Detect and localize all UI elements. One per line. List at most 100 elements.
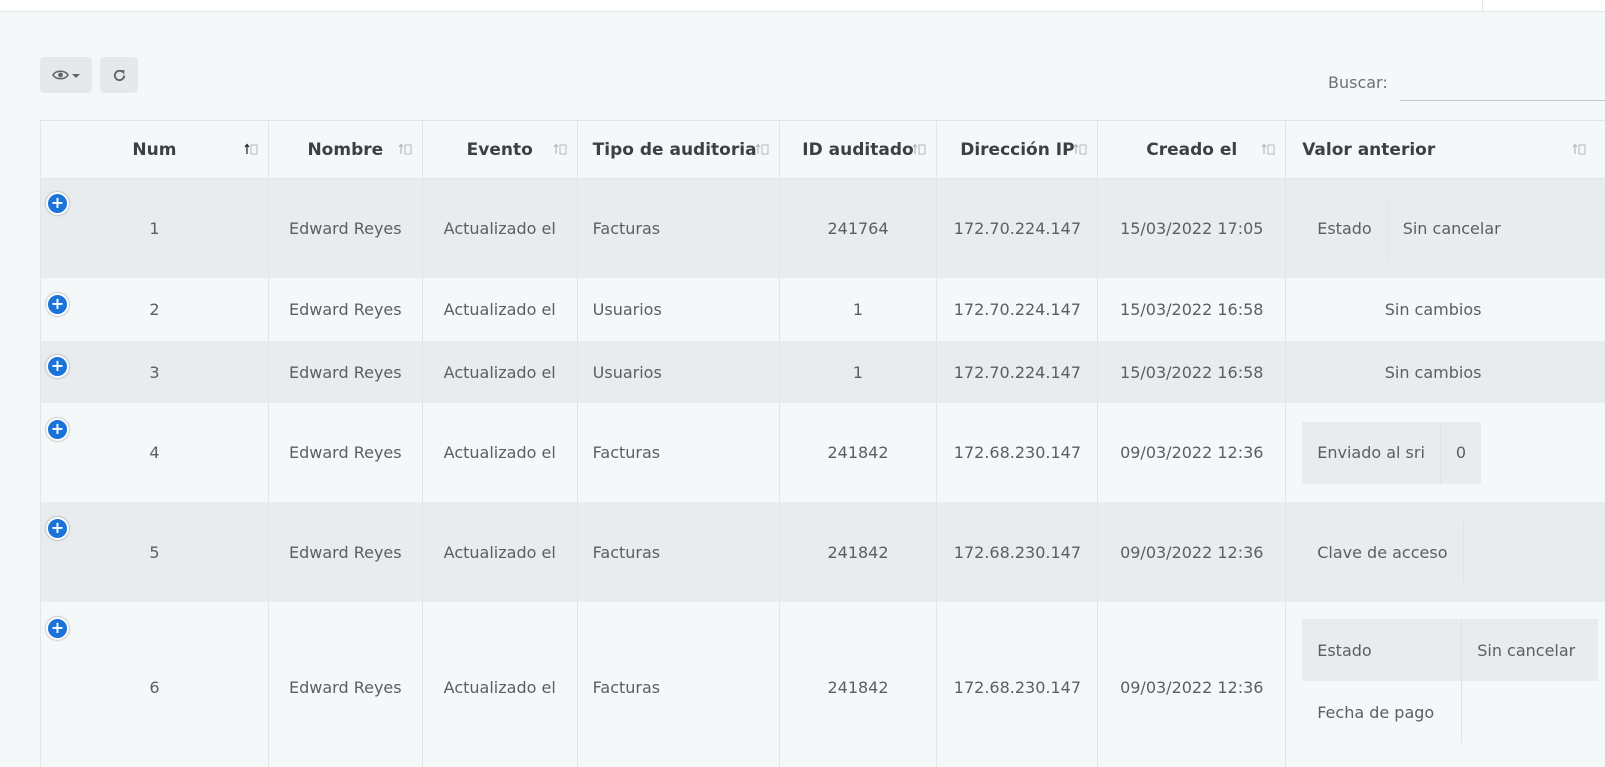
audit-table: Num Nombre Evento Tipo de auditoria ID a… bbox=[40, 120, 1605, 767]
value-row: Clave de acceso bbox=[1302, 521, 1493, 583]
cell-id: 1 bbox=[780, 278, 938, 341]
refresh-button[interactable] bbox=[100, 57, 138, 93]
cell-nombre: Edward Reyes bbox=[269, 502, 423, 602]
cell-nombre: Edward Reyes bbox=[269, 403, 423, 502]
column-header-num[interactable]: Num bbox=[41, 121, 269, 178]
sort-icon bbox=[1572, 143, 1586, 155]
cell-tipo: Usuarios bbox=[578, 341, 780, 403]
cell-evento: Actualizado el bbox=[423, 278, 578, 341]
column-header-id[interactable]: ID auditado bbox=[780, 121, 938, 178]
column-header-creado[interactable]: Creado el bbox=[1098, 121, 1287, 178]
value-row: Enviado al sri 0 bbox=[1302, 421, 1482, 484]
expand-row-button[interactable]: + bbox=[46, 355, 69, 378]
column-header-evento[interactable]: Evento bbox=[423, 121, 578, 178]
search-input[interactable] bbox=[1400, 68, 1605, 101]
sort-icon bbox=[755, 143, 769, 155]
column-header-label: Valor anterior bbox=[1302, 139, 1436, 160]
cell-valor: Clave de acceso bbox=[1286, 502, 1605, 602]
value-row: Estado Sin cancelar bbox=[1302, 197, 1516, 260]
cell-nombre: Edward Reyes bbox=[269, 278, 423, 341]
cell-nombre: Edward Reyes bbox=[269, 341, 423, 403]
cell-id: 1 bbox=[780, 341, 938, 403]
cell-ip: 172.68.230.147 bbox=[937, 502, 1099, 602]
value-value: Sin cancelar bbox=[1402, 219, 1501, 238]
cell-tipo: Facturas bbox=[578, 179, 780, 278]
cell-num: 4 bbox=[41, 403, 269, 502]
value-key: Estado bbox=[1302, 619, 1463, 681]
cell-tipo: Facturas bbox=[578, 502, 780, 602]
cell-tipo: Facturas bbox=[578, 602, 780, 767]
sort-icon bbox=[398, 143, 412, 155]
cell-ip: 172.70.224.147 bbox=[937, 341, 1099, 403]
column-header-label: Nombre bbox=[307, 139, 384, 160]
sort-icon bbox=[912, 143, 926, 155]
expand-row-button[interactable]: + bbox=[46, 517, 69, 540]
sort-icon bbox=[1073, 143, 1087, 155]
cell-valor: Estado Sin cancelar Fecha de pago bbox=[1286, 602, 1605, 767]
cell-creado: 09/03/2022 12:36 bbox=[1098, 602, 1287, 767]
table-row: + 2 Edward Reyes Actualizado el Usuarios… bbox=[41, 278, 1605, 341]
cell-nombre: Edward Reyes bbox=[269, 179, 423, 278]
value-table: Clave de acceso bbox=[1286, 521, 1493, 583]
expand-row-button[interactable]: + bbox=[46, 617, 69, 640]
top-bar bbox=[0, 0, 1605, 12]
cell-id: 241842 bbox=[780, 602, 938, 767]
column-header-ip[interactable]: Dirección IP bbox=[937, 121, 1099, 178]
cell-creado: 15/03/2022 16:58 bbox=[1098, 278, 1287, 341]
cell-tipo: Facturas bbox=[578, 403, 780, 502]
cell-valor: Enviado al sri 0 bbox=[1286, 403, 1605, 502]
value-table: Enviado al sri 0 bbox=[1286, 421, 1482, 484]
column-header-label: Creado el bbox=[1146, 139, 1238, 160]
search-label: Buscar: bbox=[1328, 73, 1388, 92]
cell-nombre: Edward Reyes bbox=[269, 602, 423, 767]
value-key: Estado bbox=[1302, 197, 1388, 260]
value-value: Sin cancelar bbox=[1477, 640, 1576, 660]
expand-row-button[interactable]: + bbox=[46, 293, 69, 316]
cell-tipo: Usuarios bbox=[578, 278, 780, 341]
cell-id: 241842 bbox=[780, 403, 938, 502]
cell-ip: 172.70.224.147 bbox=[937, 278, 1099, 341]
cell-creado: 15/03/2022 17:05 bbox=[1098, 179, 1287, 278]
sort-icon bbox=[244, 143, 258, 155]
cell-num: 5 bbox=[41, 502, 269, 602]
column-header-label: Evento bbox=[466, 139, 533, 160]
value-key: Clave de acceso bbox=[1302, 521, 1464, 583]
table-row: + 3 Edward Reyes Actualizado el Usuarios… bbox=[41, 341, 1605, 403]
cell-creado: 15/03/2022 16:58 bbox=[1098, 341, 1287, 403]
value-value bbox=[1464, 521, 1494, 583]
chevron-down-icon bbox=[72, 73, 80, 78]
value-value bbox=[1462, 681, 1492, 743]
value-key: Enviado al sri bbox=[1302, 421, 1441, 484]
cell-num: 2 bbox=[41, 278, 269, 341]
value-table: Estado Sin cancelar Fecha de pago bbox=[1286, 619, 1599, 743]
refresh-icon bbox=[113, 69, 125, 81]
cell-creado: 09/03/2022 12:36 bbox=[1098, 502, 1287, 602]
expand-row-button[interactable]: + bbox=[46, 192, 69, 215]
column-header-label: Num bbox=[132, 139, 177, 160]
column-header-label: Tipo de auditoria bbox=[592, 139, 757, 160]
cell-id: 241842 bbox=[780, 502, 938, 602]
cell-evento: Actualizado el bbox=[423, 341, 578, 403]
columns-visibility-button[interactable] bbox=[40, 57, 92, 93]
cell-ip: 172.68.230.147 bbox=[937, 403, 1099, 502]
table-row: + 5 Edward Reyes Actualizado el Facturas… bbox=[41, 502, 1605, 602]
value-row: Estado Sin cancelar bbox=[1302, 619, 1599, 681]
cell-evento: Actualizado el bbox=[423, 602, 578, 767]
cell-evento: Actualizado el bbox=[423, 179, 578, 278]
cell-evento: Actualizado el bbox=[423, 403, 578, 502]
column-header-valor[interactable]: Valor anterior bbox=[1286, 121, 1605, 178]
top-bar-divider bbox=[1482, 0, 1483, 12]
table-row: + 6 Edward Reyes Actualizado el Facturas… bbox=[41, 602, 1605, 767]
cell-valor: Sin cambios bbox=[1384, 300, 1482, 319]
table-header-row: Num Nombre Evento Tipo de auditoria ID a… bbox=[41, 121, 1605, 179]
value-value: 0 bbox=[1455, 443, 1467, 462]
cell-valor: Estado Sin cancelar bbox=[1286, 179, 1605, 278]
cell-num: 3 bbox=[41, 341, 269, 403]
column-header-nombre[interactable]: Nombre bbox=[269, 121, 423, 178]
value-table: Estado Sin cancelar bbox=[1286, 197, 1516, 260]
cell-evento: Actualizado el bbox=[423, 502, 578, 602]
value-row: Fecha de pago bbox=[1302, 681, 1598, 743]
column-header-tipo[interactable]: Tipo de auditoria bbox=[578, 121, 780, 178]
expand-row-button[interactable]: + bbox=[46, 418, 69, 441]
cell-valor: Sin cambios bbox=[1384, 362, 1482, 382]
